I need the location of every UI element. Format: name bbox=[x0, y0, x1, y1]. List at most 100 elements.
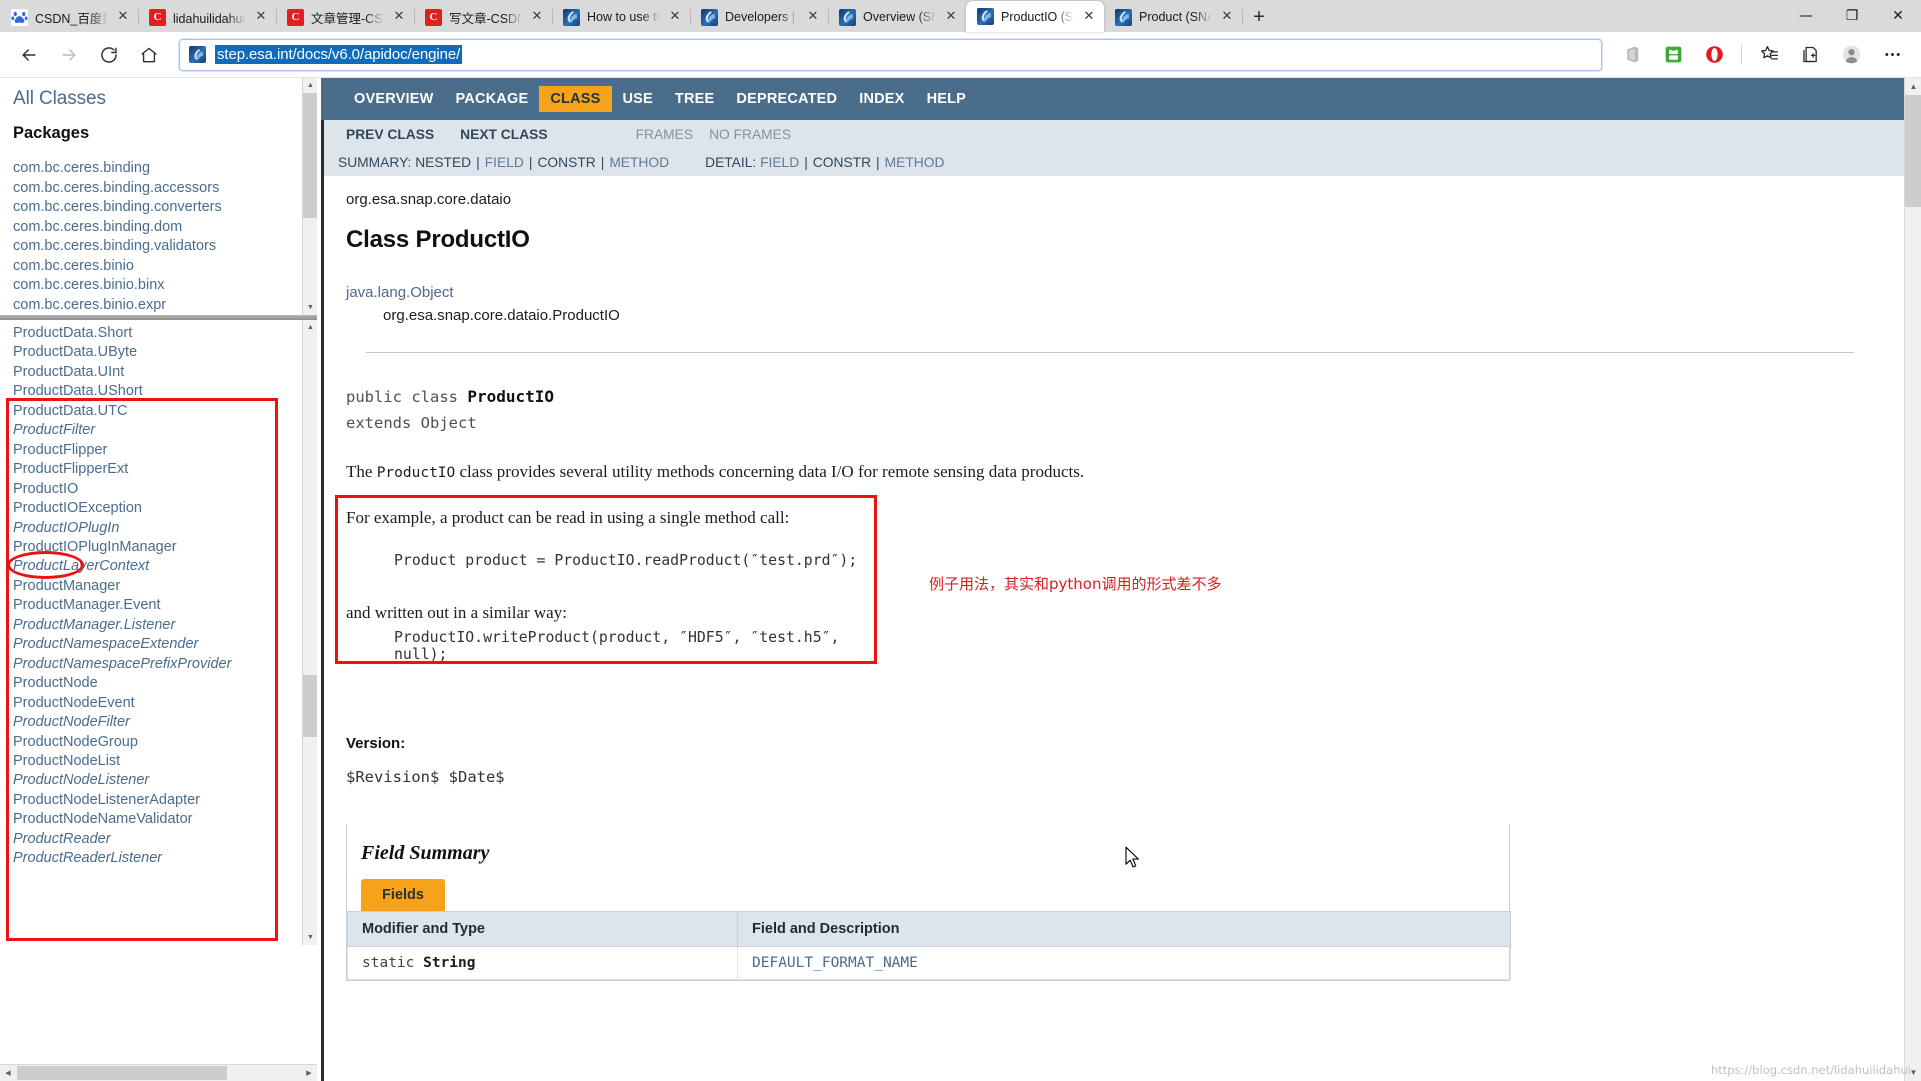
package-link[interactable]: com.bc.ceres.binio.expr bbox=[13, 296, 304, 316]
class-link[interactable]: ProductNodeListener bbox=[13, 771, 317, 790]
detail-field-link[interactable]: FIELD bbox=[760, 155, 799, 170]
class-link[interactable]: ProductNode bbox=[13, 674, 317, 693]
summary-field-link[interactable]: FIELD bbox=[485, 155, 524, 170]
class-link[interactable]: ProductNodeList bbox=[13, 752, 317, 771]
tab-close-icon[interactable]: ✕ bbox=[391, 9, 407, 25]
url-text[interactable]: step.esa.int/docs/v6.0/apidoc/engine/ bbox=[215, 45, 462, 64]
new-tab-button[interactable]: + bbox=[1242, 2, 1276, 32]
field-type-link[interactable]: String bbox=[423, 955, 475, 971]
minimize-button[interactable]: — bbox=[1783, 0, 1829, 32]
scrollbar-thumb[interactable] bbox=[1905, 95, 1921, 207]
class-link[interactable]: ProductNodeFilter bbox=[13, 713, 317, 732]
navitem-deprecated[interactable]: DEPRECATED bbox=[725, 86, 848, 112]
navitem-index[interactable]: INDEX bbox=[848, 86, 915, 112]
tab-close-icon[interactable]: ✕ bbox=[253, 9, 269, 25]
hscrollbar-thumb[interactable] bbox=[17, 1066, 227, 1080]
class-link[interactable]: ProductReaderListener bbox=[13, 849, 317, 868]
scroll-down-icon[interactable]: ▼ bbox=[303, 930, 317, 945]
class-link[interactable]: ProductIOPlugInManager bbox=[13, 538, 317, 557]
tab-close-icon[interactable]: ✕ bbox=[667, 9, 683, 25]
tab-close-icon[interactable]: ✕ bbox=[1081, 9, 1097, 25]
more-icon[interactable] bbox=[1873, 38, 1911, 72]
class-link[interactable]: ProductIOPlugIn bbox=[13, 519, 317, 538]
class-link[interactable]: ProductNodeEvent bbox=[13, 694, 317, 713]
class-link-productio[interactable]: ProductIO bbox=[13, 480, 317, 499]
field-name-link[interactable]: DEFAULT_FORMAT_NAME bbox=[752, 955, 918, 971]
frames-link[interactable]: FRAMES bbox=[636, 127, 694, 142]
navitem-overview[interactable]: OVERVIEW bbox=[343, 86, 445, 112]
tab-close-icon[interactable]: ✕ bbox=[943, 9, 959, 25]
class-link[interactable]: ProductNodeGroup bbox=[13, 733, 317, 752]
class-link[interactable]: ProductData.UByte bbox=[13, 343, 317, 362]
class-link[interactable]: ProductData.UShort bbox=[13, 382, 317, 401]
all-classes-link[interactable]: All Classes bbox=[13, 88, 304, 110]
navitem-class[interactable]: CLASS bbox=[539, 86, 611, 112]
class-link[interactable]: ProductManager bbox=[13, 577, 317, 596]
package-link[interactable]: com.bc.ceres.binding.accessors bbox=[13, 179, 304, 199]
collections-icon[interactable] bbox=[1791, 38, 1829, 72]
tab-close-icon[interactable]: ✕ bbox=[529, 9, 545, 25]
no-frames-link[interactable]: NO FRAMES bbox=[709, 127, 791, 142]
package-link[interactable]: com.bc.ceres.binding.dom bbox=[13, 218, 304, 238]
prev-class-link[interactable]: PREV CLASS bbox=[346, 127, 434, 142]
browser-tab-7-active[interactable]: ProductIO (SNAP ✕ bbox=[966, 1, 1104, 32]
scrollbar-thumb[interactable] bbox=[303, 93, 317, 218]
navitem-tree[interactable]: TREE bbox=[664, 86, 725, 112]
class-link[interactable]: ProductManager.Event bbox=[13, 596, 317, 615]
profile-icon[interactable] bbox=[1832, 38, 1870, 72]
green-reader-icon[interactable] bbox=[1654, 38, 1692, 72]
package-link[interactable]: com.bc.ceres.binding.converters bbox=[13, 198, 304, 218]
package-link[interactable]: com.bc.ceres.binio.binx bbox=[13, 276, 304, 296]
opera-icon[interactable] bbox=[1695, 38, 1733, 72]
browser-tab-0[interactable]: CSDN_百度搜索 ✕ bbox=[0, 2, 138, 32]
package-frame-scrollbar[interactable]: ▲ ▼ bbox=[302, 78, 317, 315]
navitem-package[interactable]: PACKAGE bbox=[445, 86, 540, 112]
address-bar[interactable]: step.esa.int/docs/v6.0/apidoc/engine/ bbox=[179, 39, 1602, 71]
tab-close-icon[interactable]: ✕ bbox=[805, 9, 821, 25]
next-class-link[interactable]: NEXT CLASS bbox=[460, 127, 547, 142]
content-frame-scrollbar[interactable]: ▲ ▼ bbox=[1904, 78, 1921, 1081]
package-link[interactable]: com.bc.ceres.binding bbox=[13, 159, 304, 179]
class-link[interactable]: ProductNodeNameValidator bbox=[13, 810, 317, 829]
home-button[interactable] bbox=[130, 38, 168, 72]
scroll-right-icon[interactable]: ▶ bbox=[301, 1065, 317, 1081]
detail-method-link[interactable]: METHOD bbox=[885, 155, 945, 170]
scroll-down-icon[interactable]: ▼ bbox=[303, 300, 317, 315]
class-link[interactable]: ProductNodeListenerAdapter bbox=[13, 791, 317, 810]
class-link[interactable]: ProductFlipper bbox=[13, 441, 317, 460]
browser-tab-5[interactable]: Developers | STE ✕ bbox=[690, 2, 828, 32]
navitem-use[interactable]: USE bbox=[612, 86, 664, 112]
class-link[interactable]: ProductData.UInt bbox=[13, 363, 317, 382]
class-link[interactable]: ProductManager.Listener bbox=[13, 616, 317, 635]
class-link[interactable]: ProductNamespaceExtender bbox=[13, 635, 317, 654]
navitem-help[interactable]: HELP bbox=[916, 86, 977, 112]
class-frame-hscrollbar[interactable]: ◀ ▶ bbox=[0, 1064, 317, 1081]
package-link[interactable]: com.bc.ceres.binding.validators bbox=[13, 237, 304, 257]
inherit-root-link[interactable]: java.lang.Object bbox=[346, 284, 1904, 301]
favorites-icon[interactable] bbox=[1750, 38, 1788, 72]
forward-button[interactable] bbox=[50, 38, 88, 72]
back-button[interactable] bbox=[10, 38, 48, 72]
class-frame-scrollbar[interactable]: ▲ ▼ bbox=[302, 320, 317, 945]
browser-tab-4[interactable]: How to use the ✕ bbox=[552, 2, 690, 32]
browser-tab-1[interactable]: C lidahuilidahui的 ✕ bbox=[138, 2, 276, 32]
class-link[interactable]: ProductNamespacePrefixProvider bbox=[13, 655, 317, 674]
class-link[interactable]: ProductLayerContext bbox=[13, 557, 317, 576]
scrollbar-thumb[interactable] bbox=[303, 675, 317, 737]
maximize-button[interactable]: ❐ bbox=[1829, 0, 1875, 32]
package-link[interactable]: com.bc.ceres.binio bbox=[13, 257, 304, 277]
refresh-button[interactable] bbox=[90, 38, 128, 72]
browser-tab-8[interactable]: Product (SNAP ✕ bbox=[1104, 2, 1242, 32]
class-link[interactable]: ProductData.UTC bbox=[13, 402, 317, 421]
class-link[interactable]: ProductReader bbox=[13, 830, 317, 849]
scroll-up-icon[interactable]: ▲ bbox=[303, 320, 317, 335]
tab-close-icon[interactable]: ✕ bbox=[115, 9, 131, 25]
close-window-button[interactable]: ✕ bbox=[1875, 0, 1921, 32]
scroll-left-icon[interactable]: ◀ bbox=[0, 1065, 16, 1081]
class-link[interactable]: ProductData.Short bbox=[13, 324, 317, 343]
class-link[interactable]: ProductFilter bbox=[13, 421, 317, 440]
class-link[interactable]: ProductIOException bbox=[13, 499, 317, 518]
class-link[interactable]: ProductFlipperExt bbox=[13, 460, 317, 479]
tab-fields[interactable]: Fields bbox=[361, 879, 445, 911]
summary-method-link[interactable]: METHOD bbox=[609, 155, 669, 170]
